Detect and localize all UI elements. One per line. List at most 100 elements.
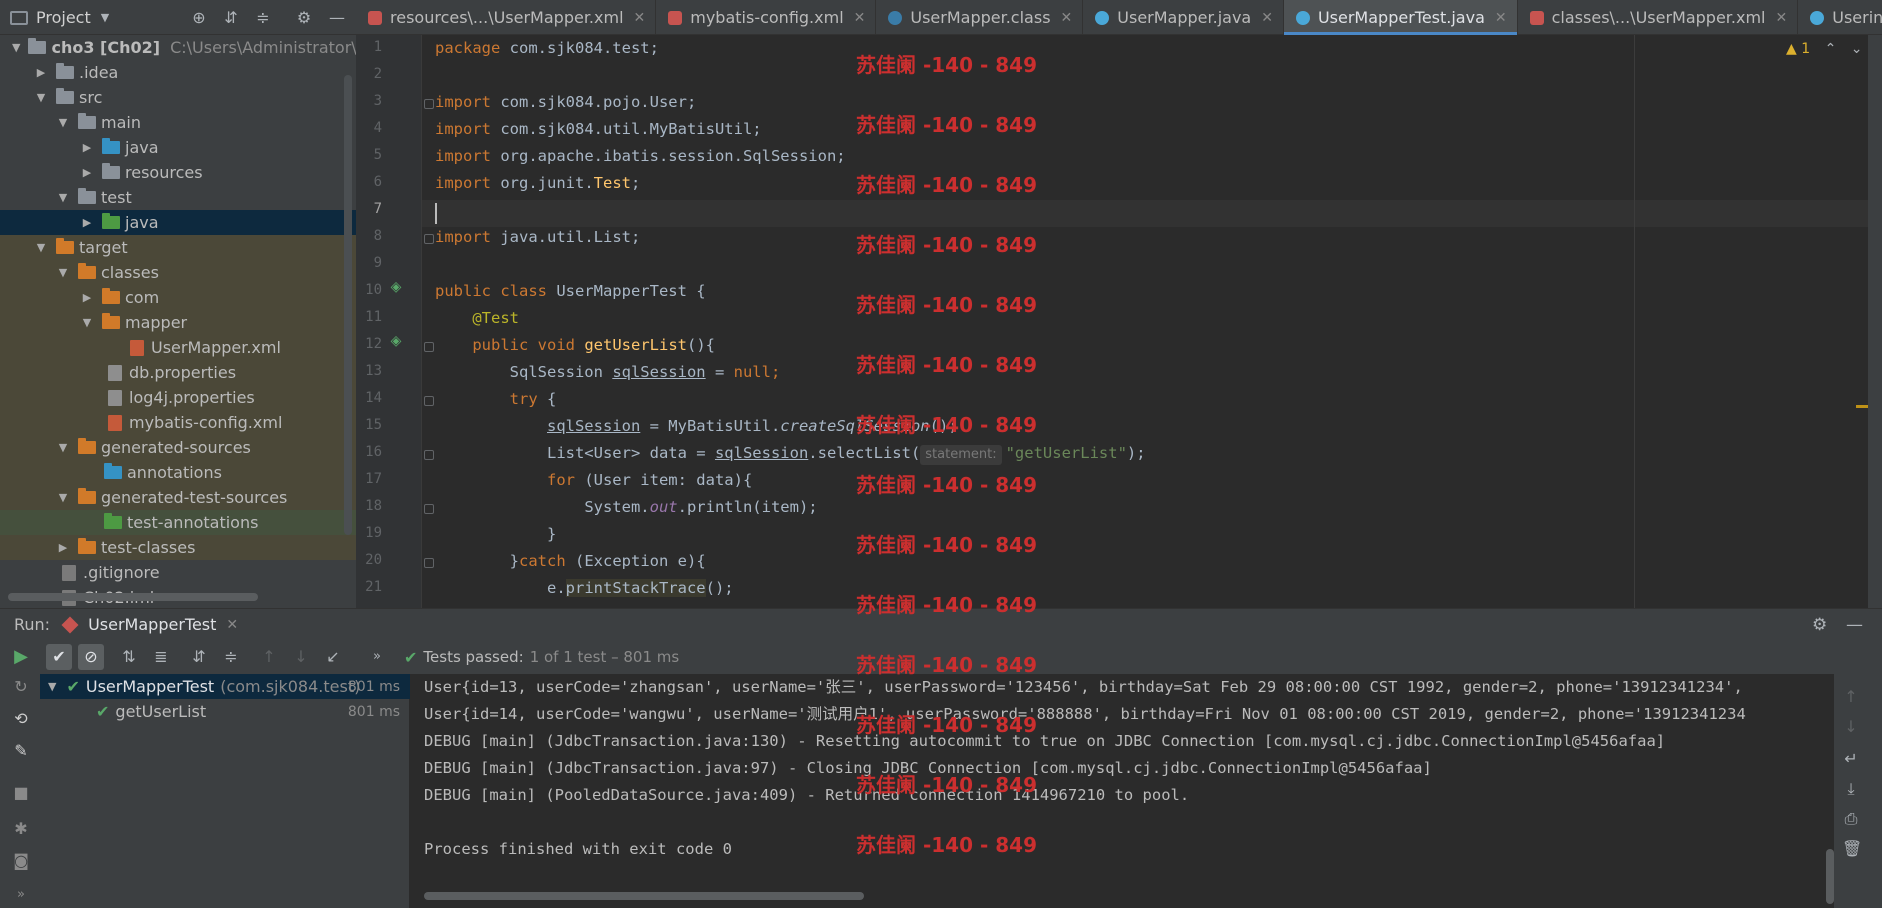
line-number: 16 <box>365 444 382 460</box>
scroll-to-end-icon[interactable]: ⤓ <box>1842 780 1860 798</box>
import-tests-icon[interactable]: ↙ <box>320 644 346 670</box>
tree-item-mybatis-config[interactable]: mybatis-config.xml <box>0 410 356 435</box>
watermark: 苏佳阑 -140 - 849 <box>856 233 1037 257</box>
tree-item-log4j-properties[interactable]: log4j.properties <box>0 385 356 410</box>
show-ignored-icon[interactable]: ⊘ <box>78 644 104 670</box>
tab-usermappertest-java[interactable]: UserMapperTest.java ✕ <box>1283 0 1518 35</box>
console-horizontal-scrollbar[interactable] <box>424 892 864 900</box>
close-icon[interactable]: ✕ <box>1495 10 1507 26</box>
close-icon[interactable]: ✕ <box>854 10 866 26</box>
wrench-icon[interactable]: ✎ <box>12 742 30 760</box>
arrow-up-icon[interactable]: ↑ <box>1842 688 1860 706</box>
fold-marker-icon[interactable] <box>424 342 434 352</box>
tree-item-db-properties[interactable]: db.properties <box>0 360 356 385</box>
tree-horizontal-scrollbar[interactable] <box>8 593 258 601</box>
fold-marker-icon[interactable] <box>424 396 434 406</box>
toggle-auto-test-icon[interactable]: ⟲ <box>12 710 30 728</box>
tab-usermapper-class[interactable]: UserMapper.class ✕ <box>876 0 1084 35</box>
console-output[interactable]: User{id=13, userCode='zhangsan', userNam… <box>410 674 1834 908</box>
close-icon[interactable]: ✕ <box>1776 10 1788 26</box>
fold-marker-icon[interactable] <box>424 450 434 460</box>
test-method-row[interactable]: ✔ getUserList 801 ms <box>40 699 410 724</box>
tree-item-classes[interactable]: ▼ classes <box>0 260 356 285</box>
tree-item-com[interactable]: ▶ com <box>0 285 356 310</box>
run-test-gutter-icon[interactable]: ◈ <box>388 333 404 349</box>
tree-item-gitignore[interactable]: .gitignore <box>0 560 356 585</box>
previous-highlight-icon[interactable]: ⌃ <box>1825 41 1837 57</box>
fold-marker-icon[interactable] <box>424 99 434 109</box>
console-vertical-scrollbar[interactable] <box>1826 849 1834 904</box>
run-test-gutter-icon[interactable]: ◈ <box>388 279 404 295</box>
sort-alpha-icon[interactable]: ⇅ <box>116 644 142 670</box>
stop-icon[interactable]: ■ <box>12 784 30 802</box>
gear-icon[interactable]: ⚙ <box>1812 615 1827 635</box>
expand-all-icon[interactable]: ⇵ <box>186 644 212 670</box>
trash-icon[interactable]: 🗑 <box>1842 840 1862 858</box>
test-package: (com.sjk084.test) <box>220 677 361 696</box>
tab-userinfo-java[interactable]: Userinfo.j <box>1798 0 1882 35</box>
tree-item-main-java[interactable]: ▶ java <box>0 135 356 160</box>
tree-item-generated-test-sources[interactable]: ▼ generated-test-sources <box>0 485 356 510</box>
code-editor[interactable]: 1 2 3 4 5 6 7 8 9 10 11 12 13 14 15 16 1… <box>356 35 1882 608</box>
line-number: 20 <box>365 552 382 568</box>
tests-status: ✔ Tests passed: 1 of 1 test – 801 ms <box>404 648 679 667</box>
fold-marker-icon[interactable] <box>424 234 434 244</box>
print-icon[interactable]: ⎙ <box>1842 810 1860 828</box>
tree-item-usermapper-xml[interactable]: UserMapper.xml <box>0 335 356 360</box>
more-icon[interactable]: » <box>12 886 30 904</box>
chevron-right-icon: ▶ <box>58 541 68 554</box>
camera-icon[interactable]: ◙ <box>12 852 30 870</box>
locate-icon[interactable]: ⊕ <box>188 7 210 29</box>
tree-item-resources[interactable]: ▶ resources <box>0 160 356 185</box>
debug-icon[interactable]: ✱ <box>12 820 30 838</box>
collapse-all-icon[interactable]: ≑ <box>218 644 244 670</box>
test-class-row[interactable]: ▼ ✔ UserMapperTest (com.sjk084.test) 801… <box>40 674 410 699</box>
tree-item-annotations[interactable]: annotations <box>0 460 356 485</box>
hide-icon[interactable]: — <box>326 7 348 29</box>
tree-item-generated-sources[interactable]: ▼ generated-sources <box>0 435 356 460</box>
tree-vertical-scrollbar[interactable] <box>344 75 352 535</box>
code-line-20: }catch (Exception e){ <box>509 552 706 570</box>
tree-item-target[interactable]: ▼ target <box>0 235 356 260</box>
tab-usermapper-java[interactable]: UserMapper.java ✕ <box>1083 0 1284 35</box>
tab-resources-usermapper-xml[interactable]: resources\...\UserMapper.xml ✕ <box>356 0 657 35</box>
previous-failed-icon[interactable]: ↑ <box>256 644 282 670</box>
tree-item-src[interactable]: ▼ src <box>0 85 356 110</box>
show-passed-icon[interactable]: ✔ <box>46 644 72 670</box>
hide-icon[interactable]: — <box>1846 615 1863 635</box>
tree-item-idea[interactable]: ▶ .idea <box>0 60 356 85</box>
close-icon[interactable]: ✕ <box>1261 10 1273 26</box>
fold-marker-icon[interactable] <box>424 558 434 568</box>
tab-classes-usermapper-xml[interactable]: classes\...\UserMapper.xml ✕ <box>1518 0 1799 35</box>
tree-item-mapper[interactable]: ▼ mapper <box>0 310 356 335</box>
close-icon[interactable]: ✕ <box>226 617 238 633</box>
tree-item-test-classes[interactable]: ▶ test-classes <box>0 535 356 560</box>
tree-item-test[interactable]: ▼ test <box>0 185 356 210</box>
tree-item-main[interactable]: ▼ main <box>0 110 356 135</box>
soft-wrap-icon[interactable]: ↵ <box>1842 750 1860 768</box>
close-icon[interactable]: ✕ <box>1061 10 1073 26</box>
close-icon[interactable]: ✕ <box>634 10 646 26</box>
watermark: 苏佳阑 -140 - 849 <box>856 773 1037 797</box>
run-config-tab[interactable]: UserMapperTest ✕ <box>61 615 238 634</box>
test-name: getUserList <box>115 702 207 721</box>
tree-item-test-annotations[interactable]: test-annotations <box>0 510 356 535</box>
rerun-failed-icon[interactable]: ↻ <box>12 678 30 696</box>
line-number: 1 <box>373 39 382 55</box>
tree-item-test-java[interactable]: ▶ java <box>0 210 356 235</box>
collapse-all-icon[interactable]: ≑ <box>252 7 274 29</box>
arrow-down-icon[interactable]: ↓ <box>1842 718 1860 736</box>
warning-indicator[interactable]: ▲ 1 ⌃ ⌄ <box>1786 41 1863 57</box>
more-icon[interactable]: » <box>364 644 390 670</box>
next-failed-icon[interactable]: ↓ <box>288 644 314 670</box>
chevron-down-icon: ▼ <box>48 680 57 693</box>
sort-duration-icon[interactable]: ≣ <box>148 644 174 670</box>
gear-icon[interactable]: ⚙ <box>293 7 315 29</box>
rerun-icon[interactable]: ▶ <box>12 648 30 666</box>
tree-item-root[interactable]: ▼ cho3 [Ch02] C:\Users\Administrator\De <box>0 35 356 60</box>
chevron-right-icon: ▶ <box>82 166 92 179</box>
tab-mybatis-config-xml[interactable]: mybatis-config.xml ✕ <box>656 0 877 35</box>
expand-all-icon[interactable]: ⇵ <box>220 7 242 29</box>
fold-marker-icon[interactable] <box>424 504 434 514</box>
next-highlight-icon[interactable]: ⌄ <box>1851 41 1863 57</box>
